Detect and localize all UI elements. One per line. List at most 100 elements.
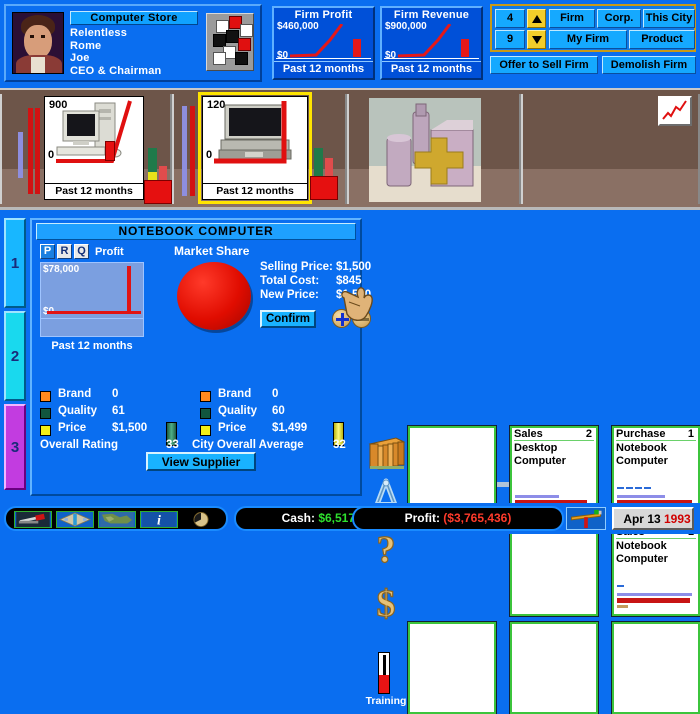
shelf-chart-icon[interactable] xyxy=(658,96,692,126)
profit-label: Profit: xyxy=(404,511,440,525)
view-controls-grid: 4 Firm Corp. This City 9 My Firm Product xyxy=(490,4,696,52)
grid-cell-7[interactable] xyxy=(407,621,497,714)
prq-toggle-group: P R Q Profit xyxy=(40,244,124,259)
firm-actions-row: Offer to Sell Firm Demolish Firm xyxy=(490,56,696,76)
profit-max-value: $78,000 xyxy=(43,264,80,275)
selling-price-label: Selling Price: xyxy=(260,261,333,273)
profit-graph[interactable]: $78,000 $0 xyxy=(40,262,144,319)
company-info-panel: Computer Store Relentless Rome Joe CEO &… xyxy=(4,4,262,82)
tab-corp[interactable]: Corp. xyxy=(597,9,641,28)
date-display[interactable]: Apr 13 1993 xyxy=(612,507,694,530)
quality-label-city: Quality xyxy=(218,405,257,417)
product-detail-panel: NOTEBOOK COMPUTER P R Q Profit $78,000 $… xyxy=(30,218,373,496)
product-shelf: 900 0 Past 12 months 120 0 Past 12 month… xyxy=(0,88,700,210)
view-controls-panel: 4 Firm Corp. This City 9 My Firm Product… xyxy=(490,4,696,82)
owner-name: Joe xyxy=(70,52,90,64)
grid-cell-2-type: Sales xyxy=(514,428,543,440)
market-share-pie[interactable] xyxy=(177,262,251,330)
profit-graph-lower xyxy=(40,319,144,337)
thermometer-icon[interactable] xyxy=(378,652,390,694)
zoom-level-top[interactable]: 4 xyxy=(495,9,525,28)
shelf-product-notebook[interactable]: 120 0 Past 12 months xyxy=(198,92,312,204)
dollar-sign-icon[interactable]: $ xyxy=(366,582,406,624)
tab-2[interactable]: 2 xyxy=(4,311,26,401)
confirm-button[interactable]: Confirm xyxy=(260,310,316,328)
view-supplier-button[interactable]: View Supplier xyxy=(146,452,256,471)
price-label-city: Price xyxy=(218,422,247,434)
firm-revenue-curve xyxy=(398,24,452,58)
grid-cell-9[interactable] xyxy=(611,621,700,714)
city-average-label: City Overall Average xyxy=(192,439,304,451)
company-details: Relentless Rome Joe CEO & Chairman xyxy=(70,27,161,77)
price-label: Price xyxy=(58,422,87,434)
tab-this-city[interactable]: This City xyxy=(643,9,695,28)
owner-title: CEO & Chairman xyxy=(70,64,162,77)
question-mark-icon[interactable]: ? xyxy=(366,530,406,574)
grid-cell-2-line2: Computer xyxy=(514,455,566,467)
ratings-city: Brand 0 Quality 60 Price $1,499 City Ove… xyxy=(192,388,360,451)
firm-revenue-footer: Past 12 months xyxy=(382,61,481,75)
panel-tabs: 1 2 3 xyxy=(4,218,26,490)
prq-button-q[interactable]: Q xyxy=(74,244,89,259)
shelf-product-2-footer: Past 12 months xyxy=(203,183,307,199)
grid-cell-6[interactable]: Sales1 NotebookComputer xyxy=(611,523,700,617)
world-map-icon[interactable] xyxy=(98,511,136,528)
down-arrow-button[interactable] xyxy=(527,30,546,49)
shelf-product-desktop[interactable]: 900 0 Past 12 months xyxy=(44,96,144,200)
grid-cell-3-line2: Computer xyxy=(616,455,668,467)
grid-cell-6-line2: Computer xyxy=(616,553,668,565)
brand-value: 0 xyxy=(112,388,119,400)
brand-label-city: Brand xyxy=(218,388,252,400)
total-cost-label: Total Cost: xyxy=(260,275,320,287)
brand-label: Brand xyxy=(58,388,92,400)
firm-profit-footer: Past 12 months xyxy=(274,61,373,75)
quality-swatch-city xyxy=(200,408,211,419)
firm-profit-title: Firm Profit xyxy=(294,9,353,21)
grid-cell-3-count: 1 xyxy=(687,428,694,440)
firm-profit-graph[interactable]: Firm Profit $460,000 $0 Past 12 months xyxy=(272,6,375,80)
balance-indicator[interactable] xyxy=(566,507,606,530)
controls-row-top: 4 Firm Corp. This City xyxy=(495,9,695,28)
offer-to-sell-firm-button[interactable]: Offer to Sell Firm xyxy=(490,56,598,74)
prq-button-r[interactable]: R xyxy=(57,244,72,259)
city-average-value: 32 xyxy=(333,439,346,451)
grid-cell-2-line1: Desktop xyxy=(514,442,558,454)
demolish-firm-button[interactable]: Demolish Firm xyxy=(602,56,696,74)
shelf-bay-3[interactable] xyxy=(347,94,521,204)
grid-cell-6-bars xyxy=(617,575,695,610)
ratings-mine: Brand 0 Quality 61 Price $1,500 Overall … xyxy=(40,388,200,451)
books-icon[interactable] xyxy=(366,434,406,472)
grid-cell-3-line1: Notebook xyxy=(616,442,667,454)
up-arrow-button[interactable] xyxy=(527,9,546,28)
firm-profit-zero: $0 xyxy=(277,50,289,61)
tab-firm[interactable]: Firm xyxy=(549,9,595,28)
tab-product[interactable]: Product xyxy=(629,30,695,49)
cash-label: Cash: xyxy=(281,511,315,525)
shelf-bay-4-empty[interactable] xyxy=(521,94,700,204)
ceo-portrait xyxy=(12,12,64,74)
prq-button-p[interactable]: P xyxy=(40,244,55,259)
store-type-banner: Computer Store xyxy=(70,11,198,25)
firm-revenue-graph[interactable]: Firm Revenue $900,000 $0 Past 12 months xyxy=(380,6,483,80)
status-bar: i Cash: $6,517,662 Profit: ($3,765,436) xyxy=(0,503,700,534)
tab-my-firm[interactable]: My Firm xyxy=(549,30,627,49)
new-price-label: New Price: xyxy=(260,289,319,301)
clock-icon[interactable] xyxy=(182,511,220,528)
zoom-level-bottom[interactable]: 9 xyxy=(495,30,525,49)
company-logo xyxy=(206,13,254,71)
grid-cell-8[interactable] xyxy=(509,621,599,714)
grid-cell-2-body: Desktop Computer xyxy=(514,442,594,468)
tab-1[interactable]: 1 xyxy=(4,218,26,308)
overall-rating-value: 33 xyxy=(166,439,179,451)
tab-3[interactable]: 3 xyxy=(4,404,26,490)
svg-text:i: i xyxy=(157,512,161,527)
info-icon[interactable]: i xyxy=(140,511,178,528)
grid-cell-5[interactable] xyxy=(509,523,599,617)
rating-row-brand-city: Brand 0 xyxy=(200,388,360,405)
rating-row-quality-mine: Quality 61 xyxy=(40,405,200,422)
grid-cell-2-count: 2 xyxy=(585,428,592,440)
tool-column: ? $ Training xyxy=(364,430,408,714)
map-grid-icon[interactable] xyxy=(56,511,94,528)
brand-swatch xyxy=(40,391,51,402)
tools-icon[interactable] xyxy=(14,511,52,528)
